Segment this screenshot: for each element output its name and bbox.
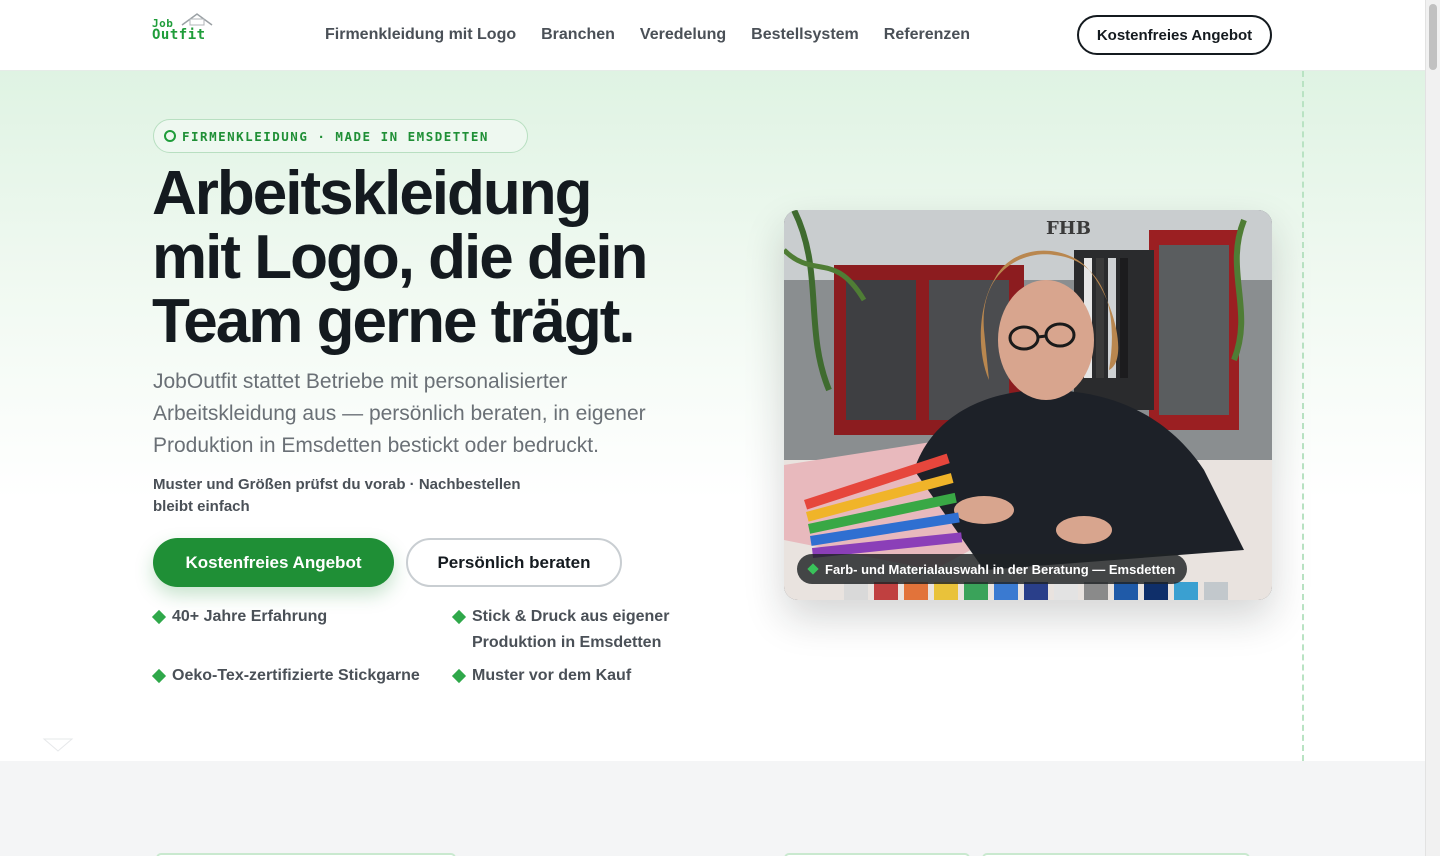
feature-item: Stick & Druck aus eigener Produktion in …: [451, 604, 682, 656]
logo-text-outfit: Outfit: [152, 27, 206, 43]
nav-link-referenzen[interactable]: Referenzen: [884, 24, 970, 46]
diamond-bullet-icon: [807, 563, 819, 575]
eyebrow-badge: FIRMENKLEIDUNG · MADE IN EMSDETTEN: [153, 119, 528, 153]
consultation-button[interactable]: Persönlich beraten: [406, 538, 622, 587]
headline-line-2: mit Logo, die dein: [152, 223, 648, 292]
circle-icon: [164, 130, 176, 142]
chevron-down-icon[interactable]: [42, 737, 74, 755]
diamond-bullet-icon: [151, 668, 167, 684]
nav-link-bestellsystem[interactable]: Bestellsystem: [751, 24, 859, 46]
hero-photo: FHB: [784, 210, 1272, 600]
nav-link-branchen[interactable]: Branchen: [541, 24, 615, 46]
feature-text: Muster vor dem Kauf: [472, 667, 632, 684]
diamond-bullet-icon: [151, 609, 167, 625]
headline-line-1: Arbeitskleidung: [152, 159, 593, 228]
hero-headline: Arbeitskleidung mit Logo, die dein Team …: [152, 162, 772, 354]
diamond-bullet-icon: [451, 609, 467, 625]
scrollbar-thumb[interactable]: [1429, 4, 1437, 70]
feature-item: 40+ Jahre Erfahrung: [151, 604, 432, 630]
nav-link-firmenkleidung[interactable]: Firmenkleidung mit Logo: [325, 24, 516, 46]
headline-line-3: Team gerne trägt.: [152, 287, 636, 356]
feature-text: 40+ Jahre Erfahrung: [172, 608, 328, 625]
feature-text: Stick & Druck aus eigener Produktion in …: [472, 608, 670, 651]
photo-caption: Farb- und Materialauswahl in der Beratun…: [797, 554, 1187, 584]
consultation-photo-illustration: FHB: [784, 210, 1272, 600]
photo-sign-text: FHB: [1046, 218, 1091, 239]
site-header: Job Outfit Firmenkleidung mit Logo Branc…: [0, 0, 1425, 71]
diamond-bullet-icon: [451, 668, 467, 684]
hero-subline: Muster und Größen prüfst du vorab · Nach…: [153, 476, 521, 515]
eyebrow-text: FIRMENKLEIDUNG · MADE IN EMSDETTEN: [182, 128, 489, 144]
next-section: [0, 761, 1425, 856]
header-offer-button[interactable]: Kostenfreies Angebot: [1077, 15, 1272, 55]
page-scrollbar[interactable]: [1425, 0, 1440, 856]
photo-caption-text: Farb- und Materialauswahl in der Beratun…: [825, 561, 1176, 577]
joboutfit-logo[interactable]: Job Outfit: [152, 12, 216, 42]
feature-item: Muster vor dem Kauf: [451, 663, 682, 689]
hero-lead: JobOutfit stattet Betriebe mit personali…: [153, 370, 646, 457]
decorative-dashed-line: [1302, 71, 1304, 761]
feature-text: Oeko-Tex-zertifizierte Stickgarne: [172, 667, 420, 684]
feature-item: Oeko-Tex-zertifizierte Stickgarne: [151, 663, 442, 689]
house-roof-icon: [181, 13, 213, 26]
offer-button[interactable]: Kostenfreies Angebot: [153, 538, 394, 587]
main-nav: Firmenkleidung mit Logo Branchen Veredel…: [325, 24, 970, 46]
nav-link-veredelung[interactable]: Veredelung: [640, 24, 726, 46]
hero-section: FIRMENKLEIDUNG · MADE IN EMSDETTEN Arbei…: [0, 71, 1425, 761]
